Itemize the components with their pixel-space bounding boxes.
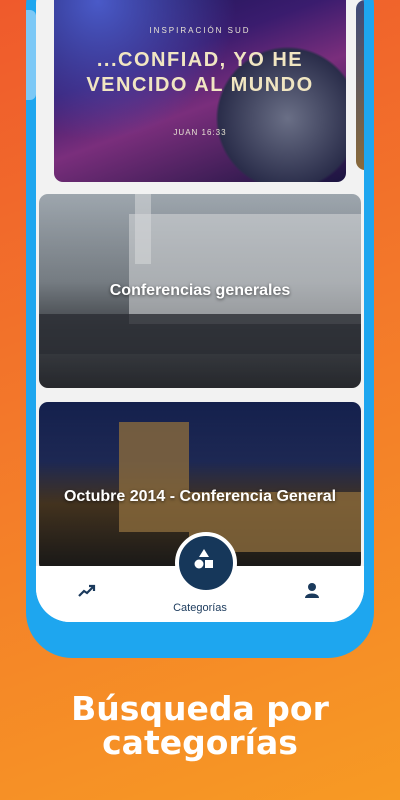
promo-caption: Búsqueda por categorías (0, 692, 400, 760)
phone-screen: INSPIRACIÓN SUD ...CONFIAD, YO HE VENCID… (36, 0, 364, 622)
quote-brand: INSPIRACIÓN SUD (149, 26, 251, 35)
building-image (129, 214, 361, 324)
quote-reference: JUAN 16:33 (173, 128, 227, 137)
shapes-icon (193, 548, 215, 575)
crowd-image (39, 314, 361, 354)
next-quote-card[interactable] (356, 0, 364, 170)
category-card-conferencias[interactable]: Conferencias generales (39, 194, 361, 388)
categories-button[interactable] (175, 532, 237, 594)
card-title: Octubre 2014 - Conferencia General (63, 488, 337, 505)
caption-line-1: Búsqueda por (71, 689, 329, 728)
caption-line-2: categorías (102, 723, 298, 762)
trending-up-icon[interactable] (78, 584, 96, 603)
featured-quote-card[interactable]: INSPIRACIÓN SUD ...CONFIAD, YO HE VENCID… (54, 0, 346, 182)
organ-image (119, 422, 189, 532)
phone-side-button (26, 10, 36, 100)
tower-image (135, 194, 151, 264)
categories-label[interactable]: Categorías (36, 602, 364, 614)
card-title: Conferencias generales (109, 282, 291, 299)
quote-text: ...CONFIAD, YO HE VENCIDO AL MUNDO (86, 49, 314, 96)
person-icon[interactable] (304, 582, 320, 603)
